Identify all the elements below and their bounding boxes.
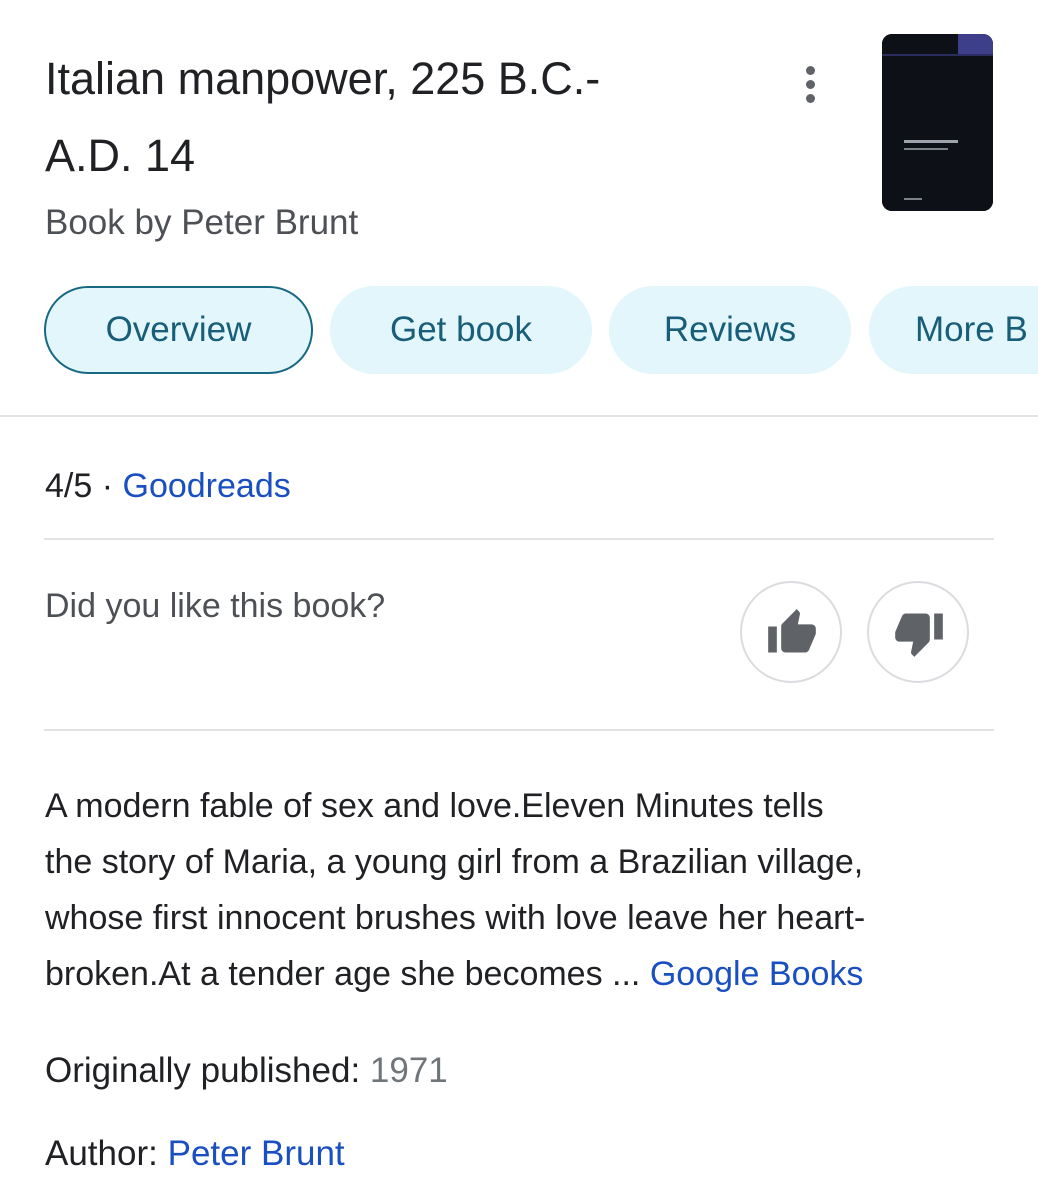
description-line: A modern fable of sex and love.Eleven Mi… [45,787,824,825]
book-title-line-2: A.D. 14 [45,130,196,181]
book-description: A modern fable of sex and love.Eleven Mi… [45,778,1005,1002]
book-cover-image[interactable] [882,34,993,211]
tab-get-book[interactable]: Get book [330,286,592,374]
dislike-button[interactable] [867,581,969,683]
description-line-text: broken.At a tender age she becomes ... [45,955,641,993]
tab-overview[interactable]: Overview [44,286,313,374]
rating-score: 4/5 [45,467,93,505]
book-subtitle: Book by Peter Brunt [45,203,359,242]
more-options-icon[interactable] [791,62,831,106]
feedback-question: Did you like this book? [45,587,386,625]
published-value: 1971 [369,1051,448,1090]
rating-row: 4/5 · Goodreads [45,462,291,510]
description-line: whose first innocent brushes with love l… [45,899,866,937]
book-title-line-1: Italian manpower, 225 B.C.- [45,53,601,104]
author-label: Author: [45,1134,158,1173]
tab-more-books[interactable]: More B [869,286,1038,374]
author-link[interactable]: Peter Brunt [168,1134,345,1173]
book-cover-art [882,34,993,211]
like-button[interactable] [740,581,842,683]
thumbs-up-icon [768,609,816,653]
description-line: the story of Maria, a young girl from a … [45,843,864,881]
section-divider [0,415,1038,417]
published-fact: Originally published: 1971 [45,1046,448,1096]
divider [44,729,994,731]
book-title: Italian manpower, 225 B.C.- A.D. 14 [45,40,765,194]
description-source-link[interactable]: Google Books [650,955,864,993]
thumbs-down-icon [895,613,943,657]
tab-bar: Overview Get book Reviews More B [44,286,1038,376]
divider [44,538,994,540]
published-label: Originally published: [45,1051,361,1090]
tab-reviews[interactable]: Reviews [609,286,851,374]
description-line: broken.At a tender age she becomes ... G… [45,946,1005,1002]
rating-separator: · [101,467,114,505]
author-fact: Author: Peter Brunt [45,1129,345,1179]
rating-source-link[interactable]: Goodreads [123,467,291,505]
